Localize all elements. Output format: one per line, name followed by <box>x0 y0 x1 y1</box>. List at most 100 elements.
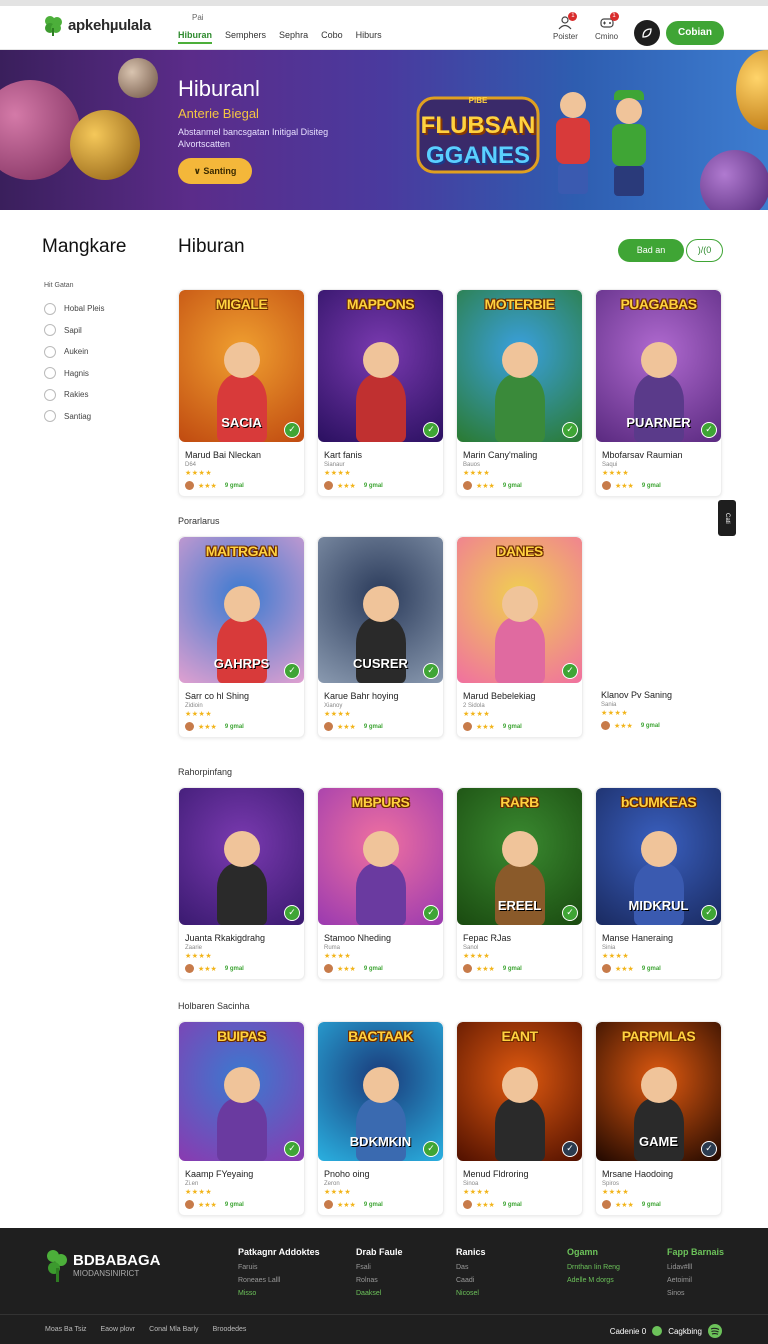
card-footer: ★★★ 9 gmal <box>601 721 716 730</box>
poister-button[interactable]: 1 Poister <box>553 12 578 41</box>
card-footer: ★★★ 9 gmal <box>185 722 298 731</box>
game-card[interactable]: BACTAAK BDKMKIN ✓ Pnoho oing Zeron ★★★★ ★★★ 9 g… <box>317 1021 444 1216</box>
footer-link[interactable]: Adelle M dorgs <box>567 1274 620 1287</box>
game-card[interactable]: BUIPAS ✓ Kaamp FYeyaing Zi.en ★★★★ ★★★ 9 gmal <box>178 1021 305 1216</box>
filter-option[interactable]: Hobal Pleis <box>44 298 162 320</box>
footer-bottom-link[interactable]: Eaow plovr <box>101 1326 136 1333</box>
game-category: Sinoa <box>463 1181 479 1187</box>
filter-option[interactable]: Rakies <box>44 384 162 406</box>
game-thumbnail[interactable]: ✓ <box>179 788 304 925</box>
footer-link[interactable]: Rolnas <box>356 1274 403 1287</box>
game-thumbnail[interactable]: bCUMKEAS MIDKRUL ✓ <box>596 788 721 925</box>
page-title: Hiburan <box>178 236 245 257</box>
filter-option[interactable]: Sapil <box>44 320 162 342</box>
game-title: Klanov Pv Saning <box>601 690 673 700</box>
profile-avatar-button[interactable] <box>634 20 660 46</box>
footer-bottom-link[interactable]: Conal Mla Barly <box>149 1326 198 1333</box>
footer-link[interactable]: Roneaes Lalll <box>238 1274 320 1287</box>
character-figure <box>495 617 545 683</box>
character-head <box>224 1066 260 1103</box>
nav-item-sephra[interactable]: Sephra <box>279 30 308 44</box>
game-card[interactable]: bCUMKEAS MIDKRUL ✓ Manse Haneraing Sinia ★★★★… <box>595 787 722 980</box>
price-label: 9 gmal <box>224 965 244 972</box>
nav-item-cobo[interactable]: Cobo <box>321 30 343 44</box>
footer-link[interactable]: Sinos <box>667 1287 724 1300</box>
game-thumbnail[interactable]: BACTAAK BDKMKIN ✓ <box>318 1022 443 1161</box>
game-thumbnail[interactable]: DANES ✓ <box>457 537 582 683</box>
radio-button[interactable] <box>44 324 56 337</box>
radio-button[interactable] <box>44 345 56 358</box>
hero-cta-button[interactable]: ∨ Santing <box>178 158 252 184</box>
radio-button[interactable] <box>44 302 56 315</box>
footer-link[interactable]: Drnthan Iin Reng <box>567 1261 620 1274</box>
footer-bottom-link[interactable]: Broodedes <box>213 1326 247 1333</box>
game-thumbnail[interactable]: MAITRGAN GAHRPS ✓ <box>179 537 304 683</box>
card-meta: Menud Fldroring Sinoa ★★★★ ★★★ 9 gmal <box>457 1161 582 1215</box>
game-thumbnail[interactable]: BUIPAS ✓ <box>179 1022 304 1161</box>
side-tab[interactable]: Cati <box>718 500 736 536</box>
game-card[interactable]: MOTERBIE ✓ Marin Cany'maling Bauos ★★★★ ★★★ 9 … <box>456 289 583 497</box>
footer-link[interactable]: Nicosel <box>456 1287 486 1300</box>
footer-link[interactable]: Aetoimil <box>667 1274 724 1287</box>
footer-link[interactable]: Misso <box>238 1287 320 1300</box>
footer-link[interactable]: Das <box>456 1261 486 1274</box>
game-thumbnail[interactable]: MOTERBIE ✓ <box>457 290 582 442</box>
footer-right-link[interactable]: Cagkbing <box>668 1327 702 1336</box>
avatar <box>602 1200 611 1209</box>
secondary-action-button[interactable]: )/(0 <box>686 239 723 262</box>
primary-action-button[interactable]: Bad an <box>618 239 684 262</box>
price-label: 9 gmal <box>502 1201 522 1208</box>
footer-link[interactable]: Faruis <box>238 1261 320 1274</box>
footer-logo[interactable]: BDBABAGA MIODANSINIRICT <box>45 1248 161 1282</box>
avatar <box>324 481 333 490</box>
game-card[interactable]: MIGALE SACIA ✓ Marud Bai Nleckan D64 ★★★★ ★★★ 9… <box>178 289 305 497</box>
game-card[interactable]: DANES ✓ Marud Bebelekiag 2 Sidola ★★★★ ★★★ 9 g… <box>456 536 583 738</box>
game-thumbnail[interactable]: MBPURS ✓ <box>318 788 443 925</box>
cmino-button[interactable]: 1 Cmino <box>595 12 619 41</box>
mini-star-icon: ★★★ <box>615 965 634 973</box>
game-card[interactable]: RARB EREEL ✓ Fepac RJas Sanol ★★★★ ★★★ 9 gmal <box>456 787 583 980</box>
game-card[interactable]: PARPMLAS GAME ✓ Mrsane Haodoing Spiros ★★★★ ★★… <box>595 1021 722 1216</box>
nav-item-semphers[interactable]: Semphers <box>225 30 266 44</box>
gamepad-icon: 1 <box>599 12 619 30</box>
footer-link[interactable]: Lidav#lll <box>667 1261 724 1274</box>
card-meta: Kaamp FYeyaing Zi.en ★★★★ ★★★ 9 gmal <box>179 1161 304 1215</box>
radio-button[interactable] <box>44 410 56 423</box>
filter-option[interactable]: Aukein <box>44 341 162 363</box>
filter-option[interactable]: Santiag <box>44 406 162 428</box>
game-thumbnail[interactable]: EANT ✓ <box>457 1022 582 1161</box>
footer-bottom-link[interactable]: Moas Ba Tsiz <box>45 1326 87 1333</box>
game-thumbnail[interactable]: MIGALE SACIA ✓ <box>179 290 304 442</box>
game-card[interactable]: MBPURS ✓ Stamoo Nheding Ruma ★★★★ ★★★ 9 gmal <box>317 787 444 980</box>
character-head <box>502 585 538 622</box>
spotify-icon[interactable] <box>708 1324 722 1338</box>
brand-logo[interactable]: apkehµulala <box>42 14 151 36</box>
radio-button[interactable] <box>44 367 56 380</box>
footer-column: Ranics Das Caadi Nicosel <box>456 1246 486 1300</box>
nav-item-hiburan[interactable]: Hiburan <box>178 30 213 44</box>
card-footer: ★★★ 9 gmal <box>602 481 715 490</box>
filter-option[interactable]: Hagnis <box>44 363 162 385</box>
game-thumbnail[interactable]: RARB EREEL ✓ <box>457 788 582 925</box>
section-label: Rahorpinfang <box>178 767 233 777</box>
game-thumbnail[interactable]: PUAGABAS PUARNER ✓ <box>596 290 721 442</box>
game-card[interactable]: MAITRGAN GAHRPS ✓ Sarr co hl Shing Zidioin ★★… <box>178 536 305 738</box>
game-thumbnail[interactable]: CUSRER ✓ <box>318 537 443 683</box>
footer-link[interactable]: Daaksel <box>356 1287 403 1300</box>
game-card[interactable]: EANT ✓ Menud Fldroring Sinoa ★★★★ ★★★ 9 gmal <box>456 1021 583 1216</box>
game-card[interactable]: CUSRER ✓ Karue Bahr hoying Xianoy ★★★★ ★★★ 9 g… <box>317 536 444 738</box>
filter-option-label: Sapil <box>64 325 82 335</box>
avatar <box>463 964 472 973</box>
nav-item-hiburs[interactable]: Hiburs <box>356 30 382 44</box>
footer-link[interactable]: Fsali <box>356 1261 403 1274</box>
radio-button[interactable] <box>44 388 56 401</box>
game-thumbnail[interactable]: MAPPONS ✓ <box>318 290 443 442</box>
game-card[interactable]: PUAGABAS PUARNER ✓ Mbofarsav Raumian Saqui ★★… <box>595 289 722 497</box>
game-card[interactable]: Klanov Pv Saning Sania ★★★★ ★★★ 9 gmal <box>595 536 722 736</box>
game-thumbnail[interactable]: PARPMLAS GAME ✓ <box>596 1022 721 1161</box>
cobian-button[interactable]: Cobian <box>666 21 724 45</box>
game-card[interactable]: MAPPONS ✓ Kart fanis Sianaur ★★★★ ★★★ 9 gmal <box>317 289 444 497</box>
game-card[interactable]: ✓ Juanta Rkakigdrahg Zaarie ★★★★ ★★★ 9 gmal <box>178 787 305 980</box>
character-head <box>363 1066 399 1103</box>
footer-link[interactable]: Caadi <box>456 1274 486 1287</box>
